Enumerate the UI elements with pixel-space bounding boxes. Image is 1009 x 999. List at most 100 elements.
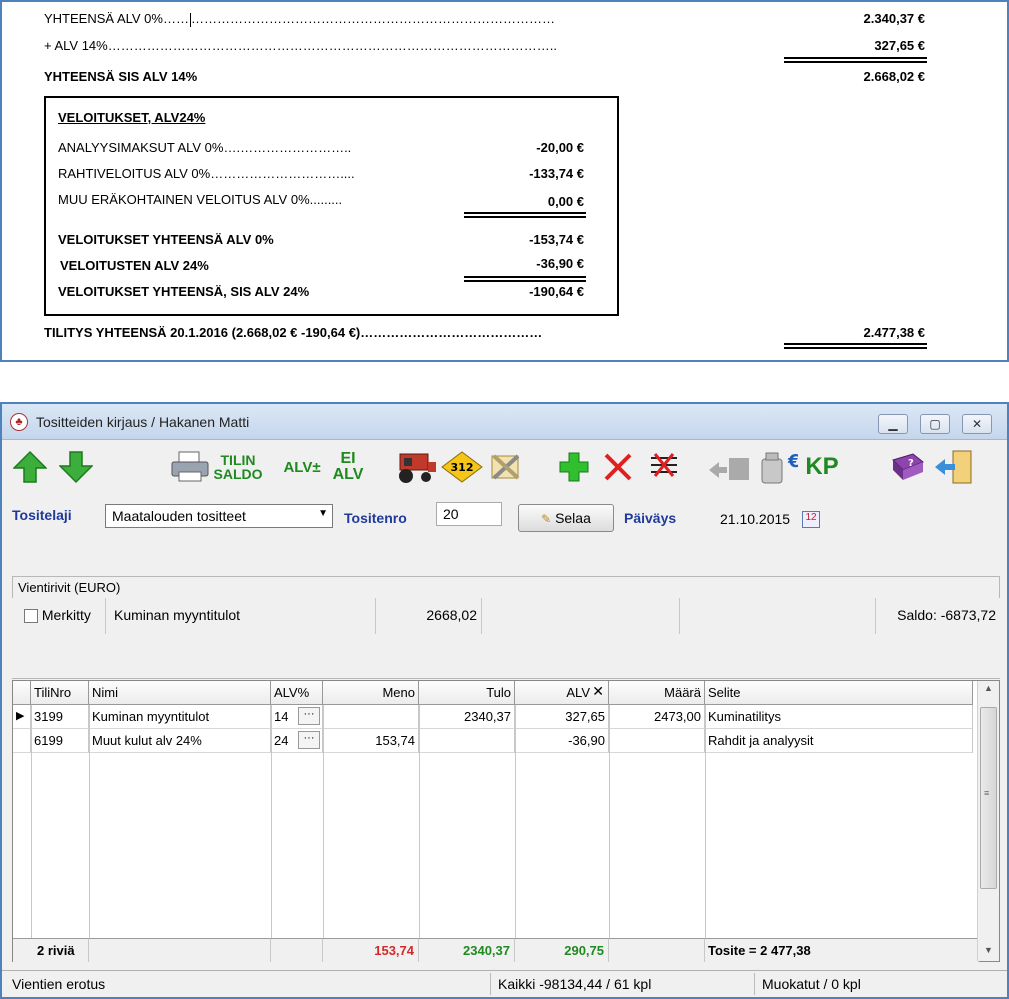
kp-button[interactable]: KP [802, 449, 842, 485]
row-indicator [13, 729, 31, 753]
column-divider [419, 705, 420, 938]
paivays-label: Päiväys [624, 510, 677, 526]
move-icon[interactable] [704, 449, 752, 485]
column-divider [271, 705, 272, 938]
veloitus-amount: -190,64 € [529, 284, 584, 299]
doc-line-alv0: YHTEENSÄ ALV 0%…………………………………………………………………… [44, 11, 555, 27]
veloitus-amount: -133,74 € [529, 166, 584, 181]
veloitukset-title: VELOITUKSET, ALV24% [58, 110, 206, 125]
vientirivit-label: Vientirivit (EURO) [18, 580, 121, 595]
table-cell[interactable]: 3199 [31, 705, 89, 729]
selaa-button[interactable]: ✎ Selaa [518, 504, 614, 532]
scroll-thumb[interactable]: ≡ [980, 707, 997, 889]
tositelaji-value: Maatalouden tositteet [112, 508, 246, 524]
merkitty-checkbox[interactable] [24, 609, 38, 624]
column-header[interactable]: ALV% [271, 681, 323, 705]
column-divider [609, 705, 610, 938]
status-divider [490, 973, 491, 995]
plus-icon[interactable] [556, 449, 592, 485]
selaa-label: Selaa [555, 510, 591, 526]
meno-total: 153,74 [323, 938, 419, 962]
table-cell[interactable]: Muut kulut alv 24% [89, 729, 271, 753]
delete-row-icon[interactable] [646, 449, 682, 485]
alv-header-label: ALV [566, 685, 590, 700]
double-underline [784, 57, 927, 63]
vienti-name: Kuminan myyntitulot [106, 598, 376, 634]
tosite-total: Tosite = 2 477,38 [705, 938, 979, 962]
column-header[interactable]: Meno [323, 681, 419, 705]
veloitus-label: VELOITUKSET YHTEENSÄ, SIS ALV 24% [58, 284, 310, 299]
scroll-up-icon[interactable]: ▲ [978, 683, 999, 693]
table-cell[interactable] [609, 729, 705, 753]
tositelaji-select[interactable]: Maatalouden tositteet ▼ [105, 504, 333, 528]
chevron-down-icon: ▼ [318, 508, 328, 519]
table-cell[interactable]: Rahdit ja analyysit [705, 729, 973, 753]
ei-alv-button[interactable]: EI ALV [330, 449, 366, 485]
paivays-input[interactable]: 21.10.2015 12 [714, 508, 822, 532]
app-window: ♣ Tositteiden kirjaus / Hakanen Matti ▁ … [0, 402, 1009, 999]
arrow-up-icon[interactable] [12, 449, 48, 485]
doc-amount-sis-alv14: 2.668,02 € [863, 69, 925, 84]
column-header[interactable]: Tulo [419, 681, 515, 705]
column-header[interactable]: Nimi [89, 681, 271, 705]
table-cell[interactable]: 6199 [31, 729, 89, 753]
table-cell[interactable]: 327,65 [515, 705, 609, 729]
column-header[interactable]: TiliNro [31, 681, 89, 705]
table-cell[interactable]: 2473,00 [609, 705, 705, 729]
status-left: Vientien erotus [12, 976, 106, 992]
help-book-icon[interactable]: ? [888, 449, 928, 485]
veloitus-amount: 0,00 € [547, 194, 584, 209]
svg-text:€: € [787, 451, 798, 472]
column-divider [705, 705, 706, 938]
toolbar: TILIN SALDO ALV± EI ALV 312 € KP ? [2, 441, 1007, 493]
delete-x-icon[interactable] [600, 449, 636, 485]
minimize-button[interactable]: ▁ [878, 414, 908, 434]
tositenro-input[interactable]: 20 [436, 502, 502, 526]
ellipsis-button[interactable]: ··· [298, 707, 320, 725]
vertical-scrollbar[interactable]: ▲ ≡ ▼ [977, 681, 999, 961]
table-cell[interactable]: 153,74 [323, 729, 419, 753]
tulo-total: 2340,37 [419, 938, 515, 962]
close-button[interactable]: ✕ [962, 414, 992, 434]
column-header[interactable]: ALV ✕ [515, 681, 609, 705]
table-cell[interactable]: Kuminatilitys [705, 705, 973, 729]
alv-cell[interactable]: 14 ··· [271, 705, 323, 729]
alv-percent: 14 [274, 709, 289, 724]
table-cell[interactable] [323, 705, 419, 729]
tools-icon[interactable] [484, 449, 528, 485]
status-divider [754, 973, 755, 995]
tractor-icon[interactable] [394, 449, 438, 485]
table-cell[interactable] [419, 729, 515, 753]
entries-grid: TiliNro Nimi ALV% Meno Tulo ALV ✕ Määrä … [12, 680, 1000, 962]
row-pointer-icon: ▶ [13, 705, 31, 729]
title-bar: ♣ Tositteiden kirjaus / Hakanen Matti ▁ … [2, 404, 1007, 440]
milk-can-euro-icon[interactable]: € [754, 449, 798, 485]
alv-cell[interactable]: 24 ··· [271, 729, 323, 753]
column-header[interactable]: Selite [705, 681, 973, 705]
sign-312-icon[interactable]: 312 [440, 449, 484, 485]
tilitys-total-label: TILITYS YHTEENSÄ 20.1.2016 (2.668,02 € -… [44, 325, 543, 340]
footer-empty [89, 938, 271, 962]
double-underline [464, 212, 586, 218]
tilin-saldo-button[interactable]: TILIN SALDO [214, 449, 263, 485]
table-cell[interactable]: Kuminan myyntitulot [89, 705, 271, 729]
table-cell[interactable]: -36,90 [515, 729, 609, 753]
column-header[interactable]: Määrä [609, 681, 705, 705]
calendar-icon[interactable]: 12 [802, 511, 820, 528]
scroll-down-icon[interactable]: ▼ [978, 945, 999, 955]
browse-icon: ✎ [541, 512, 552, 526]
veloitus-label: VELOITUKSET YHTEENSÄ ALV 0% [58, 232, 274, 247]
tilitys-document: YHTEENSÄ ALV 0%…………………………………………………………………… [0, 0, 1009, 362]
alv-plusminus-button[interactable]: ALV± [282, 449, 322, 485]
double-underline [464, 276, 586, 282]
maximize-button[interactable]: ▢ [920, 414, 950, 434]
alv-percent: 24 [274, 733, 289, 748]
table-cell[interactable]: 2340,37 [419, 705, 515, 729]
printer-icon[interactable] [166, 449, 214, 485]
tilitys-total-amount: 2.477,38 € [863, 325, 925, 340]
merkitty-checkbox-cell[interactable]: Merkitty [16, 598, 106, 634]
arrow-down-icon[interactable] [58, 449, 94, 485]
ellipsis-button[interactable]: ··· [298, 731, 320, 749]
exit-door-icon[interactable] [932, 449, 976, 485]
alv-clear-icon[interactable]: ✕ [592, 683, 604, 700]
